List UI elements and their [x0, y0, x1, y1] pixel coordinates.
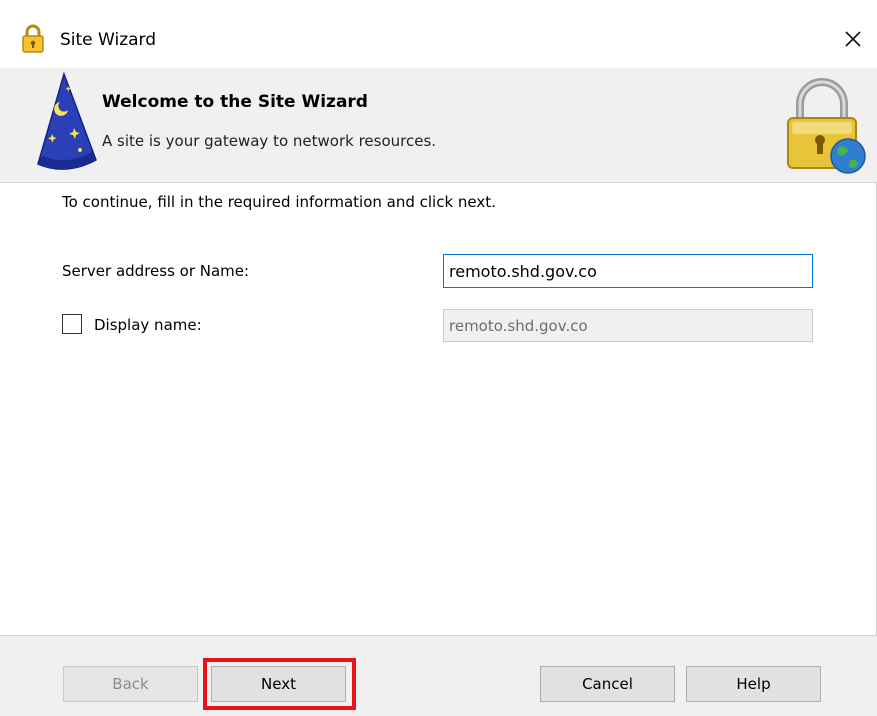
close-icon	[843, 29, 863, 53]
title-bar: Site Wizard	[0, 0, 877, 68]
server-address-label: Server address or Name:	[62, 262, 250, 280]
wizard-banner: Welcome to the Site Wizard A site is you…	[0, 68, 877, 183]
display-name-label: Display name:	[94, 316, 202, 334]
banner-title: Welcome to the Site Wizard	[102, 92, 368, 112]
wizard-hat-icon	[30, 71, 102, 178]
back-button: Back	[63, 666, 198, 702]
padlock-icon	[22, 24, 44, 54]
button-bar: Back Next Cancel Help	[0, 635, 877, 716]
close-button[interactable]	[838, 26, 868, 56]
lock-globe-icon	[782, 76, 868, 176]
server-address-input[interactable]	[443, 254, 813, 288]
display-name-input	[443, 309, 813, 342]
site-wizard-window: Site Wizard Welcome to the Site Wizard A…	[0, 0, 877, 716]
instruction-text: To continue, fill in the required inform…	[62, 193, 496, 211]
cancel-button[interactable]: Cancel	[540, 666, 675, 702]
next-button[interactable]: Next	[211, 666, 346, 702]
display-name-checkbox[interactable]	[62, 314, 82, 334]
banner-subtitle: A site is your gateway to network resour…	[102, 132, 437, 150]
help-button[interactable]: Help	[686, 666, 821, 702]
window-title: Site Wizard	[60, 30, 157, 50]
